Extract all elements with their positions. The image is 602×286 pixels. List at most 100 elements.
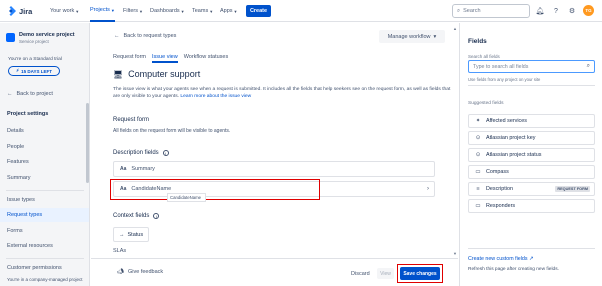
trial-days-button[interactable]: ⚡︎ 15 DAYS LEFT xyxy=(8,66,60,76)
sidebar-item-details[interactable]: Details xyxy=(0,124,89,138)
status-icon: ⊙ xyxy=(475,152,481,158)
chevron-down-icon: ▼ xyxy=(180,8,185,14)
puzzle-icon: ✦ xyxy=(475,118,481,124)
context-fields-heading: Context fields i xyxy=(113,213,160,219)
suggested-field-project-status[interactable]: ⊙ Atlassian project status xyxy=(468,148,595,162)
nav-teams[interactable]: Teams ▼ xyxy=(192,0,213,22)
sidebar-item-issue-types[interactable]: Issue types xyxy=(0,193,89,207)
external-link-icon: ↗ xyxy=(528,256,534,262)
nav-dashboards[interactable]: Dashboards ▼ xyxy=(150,0,185,22)
heading-text: Request form xyxy=(113,117,150,123)
people-icon: ▭ xyxy=(475,203,481,209)
suggested-fields-heading: Suggested fields xyxy=(468,101,504,106)
search-fields-placeholder: Type to search all fields xyxy=(473,63,529,70)
chevron-down-icon: ▾ xyxy=(433,33,437,40)
info-icon[interactable]: i xyxy=(162,150,169,156)
fields-panel-title: Fields xyxy=(468,38,487,45)
help-icon[interactable]: ? xyxy=(551,6,561,16)
back-to-request-types-link[interactable]: ← Back to request types xyxy=(114,33,176,39)
text-field-icon: Aa xyxy=(120,166,127,172)
field-label: Atlassian project key xyxy=(486,135,536,141)
sidebar-item-external-resources[interactable]: External resources xyxy=(0,239,89,253)
tab-issue-view[interactable]: Issue view xyxy=(152,54,178,63)
red-annotation-box xyxy=(110,179,320,200)
jira-logo-icon xyxy=(9,6,16,16)
back-to-project-link[interactable]: ← Back to project xyxy=(0,87,89,101)
field-label: Compass xyxy=(486,169,509,175)
description-text: The issue view is what your agents see w… xyxy=(113,87,451,99)
manage-workflow-button[interactable]: Manage workflow ▾ xyxy=(379,30,445,43)
project-name: Demo service project xyxy=(19,32,75,38)
divider xyxy=(6,258,84,259)
chevron-down-icon: ▼ xyxy=(209,8,214,14)
sidebar-item-request-types[interactable]: Request types xyxy=(0,208,89,222)
back-label: Back to request types xyxy=(123,33,177,39)
notifications-icon[interactable]: 🔔︎ xyxy=(535,6,545,16)
search-fields-label: Search all fields xyxy=(468,54,500,59)
nav-projects[interactable]: Projects ▼ xyxy=(90,0,115,22)
trial-badge-label: 15 DAYS LEFT xyxy=(21,68,52,74)
page-title: 🖥︎ Computer support xyxy=(113,69,200,79)
suggested-field-affected-services[interactable]: ✦ Affected services xyxy=(468,114,595,128)
sidebar: Demo service project Service project You… xyxy=(0,23,90,286)
tab-request-form[interactable]: Request form xyxy=(113,54,146,63)
scroll-up-icon[interactable]: ▲ xyxy=(453,26,457,31)
field-row-status[interactable]: → Status xyxy=(113,227,149,242)
view-button[interactable]: View xyxy=(377,268,394,279)
nav-apps[interactable]: Apps ▼ xyxy=(220,0,238,22)
key-icon: ⊙ xyxy=(475,135,481,141)
sidebar-scrollbar[interactable] xyxy=(86,103,89,183)
field-label: Summary xyxy=(131,166,155,172)
give-feedback-link[interactable]: 📣︎ Give feedback xyxy=(117,269,163,275)
chevron-down-icon: ▼ xyxy=(233,8,238,14)
field-row-summary[interactable]: Aa Summary xyxy=(113,161,435,177)
jira-logo-text: Jira xyxy=(19,6,33,16)
create-button[interactable]: Create xyxy=(246,5,271,17)
create-custom-fields-link[interactable]: Create new custom fields ↗ xyxy=(468,256,533,262)
refresh-hint: Refresh this page after creating new fie… xyxy=(468,267,559,272)
create-link-label: Create new custom fields xyxy=(468,256,528,262)
project-header[interactable]: Demo service project Service project xyxy=(6,32,75,44)
main-scrollbar[interactable]: ▲ ▼ xyxy=(453,23,457,259)
field-label: Atlassian project status xyxy=(486,152,542,158)
field-label: Affected services xyxy=(486,118,527,124)
top-navigation-bar: Jira Your work ▼ Projects ▼ Filters ▼ Dashb… xyxy=(0,0,602,22)
divider xyxy=(468,85,595,86)
arrow-left-icon: ← xyxy=(7,91,13,97)
suggested-field-compass[interactable]: ▭ Compass xyxy=(468,165,595,179)
tab-workflow-statuses[interactable]: Workflow statuses xyxy=(184,54,229,63)
learn-more-link[interactable]: Learn more about the issue view xyxy=(180,94,251,99)
fields-panel: Fields Search all fields Type to search … xyxy=(459,23,602,286)
field-label: Description xyxy=(486,186,513,192)
search-fields-hint: Use fields from any project on your site xyxy=(468,77,541,82)
search-fields-input[interactable]: Type to search all fields ⌕ xyxy=(468,60,595,73)
info-icon[interactable]: i xyxy=(153,213,160,219)
suggested-field-project-key[interactable]: ⊙ Atlassian project key xyxy=(468,131,595,145)
sidebar-item-forms[interactable]: Forms xyxy=(0,224,89,238)
jira-logo[interactable]: Jira xyxy=(6,6,32,16)
red-annotation-box xyxy=(397,264,443,283)
sidebar-item-people[interactable]: People xyxy=(0,140,89,154)
sidebar-item-features[interactable]: Features xyxy=(0,155,89,169)
manage-workflow-label: Manage workflow xyxy=(387,33,431,40)
scroll-down-icon[interactable]: ▼ xyxy=(453,251,457,256)
nav-filters[interactable]: Filters ▼ xyxy=(123,0,143,22)
nav-label: Filters xyxy=(123,8,138,14)
page-description: The issue view is what your agents see w… xyxy=(113,86,453,100)
nav-your-work[interactable]: Your work ▼ xyxy=(50,0,79,22)
request-form-subtext: All fields on the request form will be v… xyxy=(113,128,231,134)
divider xyxy=(468,248,595,249)
arrow-right-icon: → xyxy=(119,231,125,238)
sidebar-item-summary[interactable]: Summary xyxy=(0,171,89,185)
discard-button[interactable]: Discard xyxy=(351,271,370,277)
suggested-field-responders[interactable]: ▭ Responders xyxy=(468,199,595,213)
gear-icon[interactable]: ⚙︎ xyxy=(567,6,577,16)
avatar[interactable]: TG xyxy=(583,5,594,16)
suggested-field-description[interactable]: ≡ Description REQUEST FORM xyxy=(468,182,595,196)
project-icon xyxy=(6,33,15,42)
search-input[interactable]: ⌕ Search xyxy=(452,4,530,18)
megaphone-icon: 📣︎ xyxy=(117,269,124,275)
folder-icon: ▭ xyxy=(475,169,481,175)
chevron-down-icon: ▼ xyxy=(110,7,115,13)
heading-text: Context fields xyxy=(113,213,150,219)
